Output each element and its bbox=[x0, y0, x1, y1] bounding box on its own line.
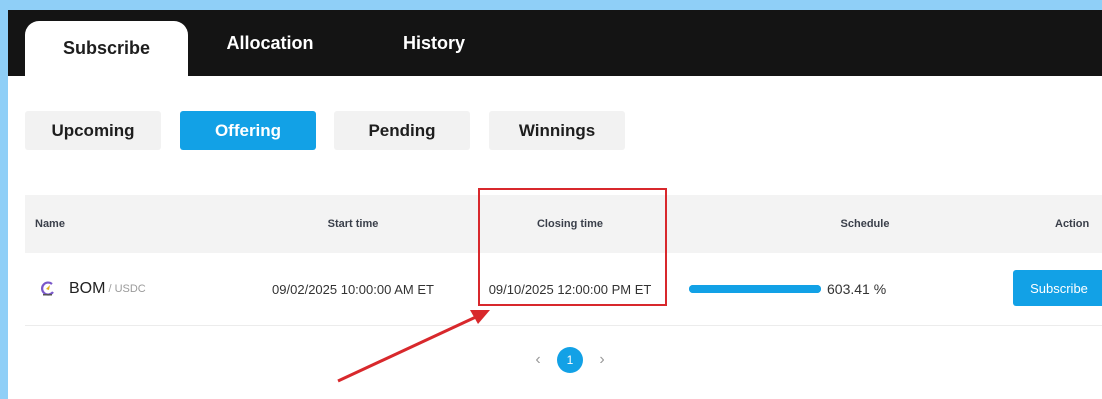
header-start-time: Start time bbox=[327, 218, 379, 230]
asset-quote: / USDC bbox=[108, 283, 146, 295]
header-action: Action bbox=[1055, 218, 1090, 230]
schedule-progress-fill bbox=[689, 285, 821, 293]
cell-schedule: 603.41 % bbox=[689, 253, 886, 325]
cell-closing-time: 09/10/2025 12:00:00 PM ET bbox=[488, 281, 652, 297]
header-schedule: Schedule bbox=[840, 218, 890, 230]
subtab-offering[interactable]: Offering bbox=[180, 111, 316, 150]
subtab-upcoming[interactable]: Upcoming bbox=[25, 111, 161, 150]
tab-history[interactable]: History bbox=[370, 10, 498, 76]
chevron-right-icon[interactable]: › bbox=[594, 347, 610, 373]
schedule-progress-bar bbox=[689, 285, 821, 293]
table-row: BOM / USDC 09/02/2025 10:00:00 AM ET 09/… bbox=[25, 253, 1102, 326]
subscribe-button[interactable]: Subscribe bbox=[1013, 270, 1102, 306]
subtab-pending[interactable]: Pending bbox=[334, 111, 470, 150]
app-frame: Subscribe Allocation History Upcoming Of… bbox=[8, 10, 1102, 399]
main-tab-bar: Subscribe Allocation History bbox=[8, 10, 1102, 76]
header-closing-time: Closing time bbox=[536, 218, 603, 230]
page-button[interactable]: 1 bbox=[557, 347, 583, 373]
pagination: ‹ 1 › bbox=[8, 347, 1102, 373]
cell-name: BOM / USDC bbox=[39, 253, 146, 325]
bom-coin-icon bbox=[39, 280, 57, 298]
asset-base: BOM bbox=[69, 280, 106, 297]
schedule-percent: 603.41 % bbox=[827, 281, 887, 297]
tab-allocation[interactable]: Allocation bbox=[206, 10, 334, 76]
header-name: Name bbox=[35, 218, 65, 230]
cell-start-time: 09/02/2025 10:00:00 AM ET bbox=[272, 281, 434, 297]
chevron-left-icon[interactable]: ‹ bbox=[530, 347, 546, 373]
tab-subscribe[interactable]: Subscribe bbox=[25, 21, 188, 76]
subtab-winnings[interactable]: Winnings bbox=[489, 111, 625, 150]
table-header: Name Start time Closing time Schedule Ac… bbox=[25, 195, 1102, 253]
